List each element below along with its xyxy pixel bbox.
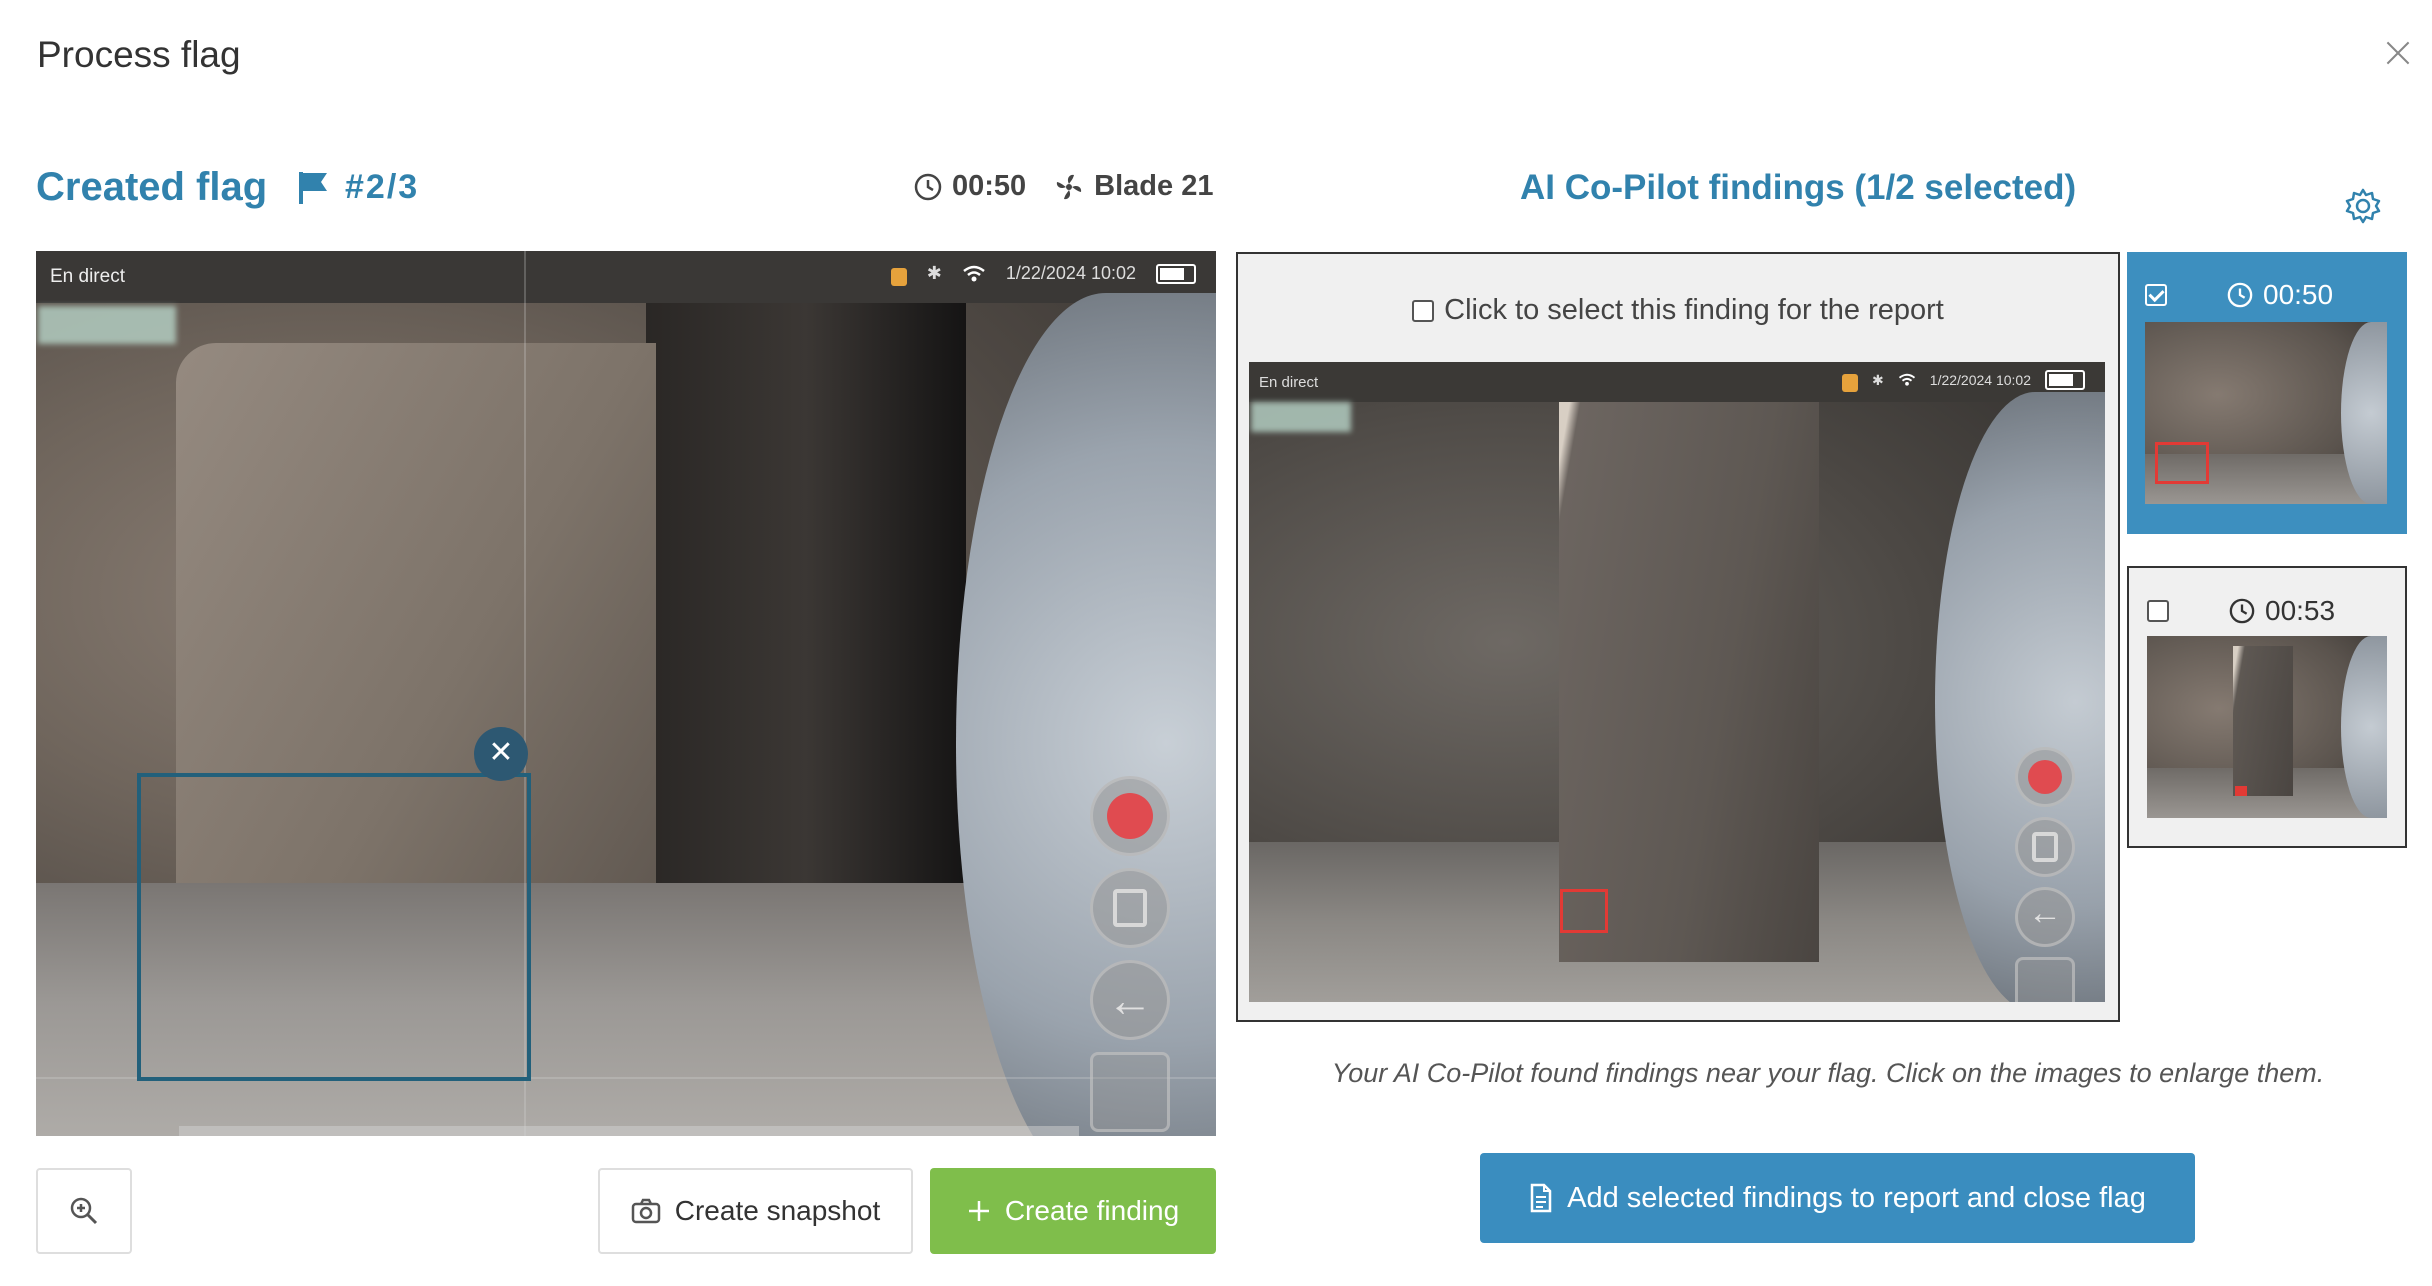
flag-counter: #2/3 <box>297 168 419 207</box>
checkbox-checked-icon[interactable] <box>2145 284 2167 306</box>
device-datetime: 1/22/2024 10:02 <box>1005 263 1136 283</box>
redacted-label <box>38 306 176 344</box>
thumbnail-image[interactable] <box>2147 636 2387 818</box>
zoom-button[interactable] <box>36 1168 132 1254</box>
thumbnail-image[interactable] <box>2145 322 2387 504</box>
back-arrow-icon <box>2015 887 2075 947</box>
bluetooth-icon: ✱ <box>1872 371 1884 388</box>
save-icon <box>2015 817 2075 877</box>
ai-caption: Your AI Co-Pilot found findings near you… <box>1331 1058 2325 1088</box>
add-findings-label: Add selected findings to report and clos… <box>1567 1181 2146 1214</box>
flag-meta: 00:50 Blade 21 <box>914 170 1213 203</box>
finding-thumbnail-1[interactable]: 00:50 <box>2127 252 2407 534</box>
clock-icon <box>2229 598 2255 624</box>
thumbnail-time: 00:53 <box>2265 595 2336 626</box>
battery-icon <box>1156 263 1196 284</box>
wifi-icon <box>1898 373 1916 387</box>
finding-bounding-box <box>1560 889 1608 933</box>
checkbox-icon[interactable] <box>2147 600 2169 622</box>
finding-status-bar: En direct ✱ 1/22/2024 10:02 <box>1249 362 2105 402</box>
document-icon <box>1529 1183 1553 1213</box>
save-icon <box>1090 868 1170 948</box>
thumbnail-time: 00:50 <box>2263 279 2334 310</box>
create-finding-label: Create finding <box>1004 1195 1180 1226</box>
lock-icon <box>1842 374 1859 392</box>
redacted-label <box>1251 402 1351 432</box>
record-icon <box>2015 747 2075 807</box>
casing-wall <box>956 293 1216 1136</box>
video-viewer[interactable]: En direct ✱ 1/22/2024 10:02 ✕ <box>36 251 1216 1136</box>
gear-icon[interactable] <box>2344 187 2382 225</box>
flag-time: 00:50 <box>952 170 1027 202</box>
close-icon[interactable] <box>2383 38 2413 68</box>
zoom-in-icon <box>69 1196 99 1226</box>
finding-camera-frame <box>1249 392 2105 1002</box>
select-finding-label: Click to select this finding for the rep… <box>1444 294 1944 326</box>
selection-box[interactable] <box>137 773 531 1081</box>
finding-device-controls <box>2015 747 2075 1002</box>
thumbnail-finding-box <box>2155 442 2209 484</box>
device-controls <box>1090 776 1170 1132</box>
finding-image[interactable]: En direct ✱ 1/22/2024 10:02 <box>1249 362 2105 1002</box>
finding-live-label: En direct <box>1259 373 1319 391</box>
clock-icon <box>914 173 942 201</box>
add-findings-button[interactable]: Add selected findings to report and clos… <box>1480 1153 2195 1243</box>
thumbnail-blade <box>2233 646 2293 796</box>
live-label: En direct <box>50 266 125 287</box>
remove-selection-button[interactable]: ✕ <box>474 727 528 781</box>
blank-control <box>2015 957 2075 1002</box>
blade-label: Blade 21 <box>1094 170 1214 202</box>
flag-title: Created flag <box>36 165 268 209</box>
lock-icon <box>890 267 907 286</box>
back-arrow-icon <box>1090 960 1170 1040</box>
record-icon <box>1090 776 1170 856</box>
video-scrollbar[interactable] <box>179 1126 1079 1136</box>
blade-shadow <box>646 303 966 883</box>
fan-icon <box>1054 172 1084 202</box>
thumbnail-finding-box <box>2235 786 2247 796</box>
finding-blade <box>1559 402 1819 962</box>
camera-icon <box>631 1198 661 1224</box>
finding-datetime: 1/22/2024 10:02 <box>1929 372 2031 388</box>
create-snapshot-label: Create snapshot <box>674 1195 881 1226</box>
flag-icon <box>297 170 331 206</box>
device-status-bar: En direct ✱ 1/22/2024 10:02 <box>36 251 1216 303</box>
plus-icon <box>967 1199 991 1223</box>
wifi-icon <box>962 265 986 283</box>
bluetooth-icon: ✱ <box>926 263 942 283</box>
finding-thumbnail-2[interactable]: 00:53 <box>2127 566 2407 848</box>
create-snapshot-button[interactable]: Create snapshot <box>598 1168 913 1254</box>
blank-control <box>1090 1052 1170 1132</box>
select-finding-row[interactable]: Click to select this finding for the rep… <box>1238 294 2118 327</box>
create-finding-button[interactable]: Create finding <box>930 1168 1216 1254</box>
battery-icon <box>2045 370 2085 390</box>
modal-title: Process flag <box>37 34 241 75</box>
clock-icon <box>2227 282 2253 308</box>
ai-finding-panel: Click to select this finding for the rep… <box>1236 252 2120 1022</box>
ai-findings-title: AI Co-Pilot findings (1/2 selected) <box>1520 168 2077 207</box>
checkbox-icon[interactable] <box>1412 299 1435 322</box>
flag-count: #2/3 <box>345 168 420 206</box>
